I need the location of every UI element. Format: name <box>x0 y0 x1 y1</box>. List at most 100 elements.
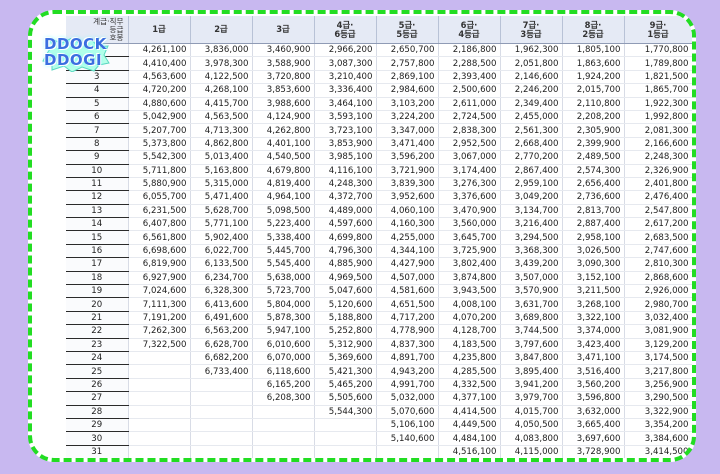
step-cell: 10 <box>66 164 129 178</box>
salary-cell: 5,223,400 <box>252 217 315 232</box>
salary-cell: 6,010,600 <box>252 338 315 352</box>
salary-cell <box>128 378 191 393</box>
salary-cell: 4,427,900 <box>376 257 439 272</box>
table-row: 21 7,191,200 6,491,600 5,878,300 5,188,800 4,… <box>66 311 692 326</box>
salary-cell: 3,049,200 <box>500 190 563 205</box>
salary-cell: 2,393,400 <box>438 70 501 85</box>
column-header: 4급· 6등급 <box>314 16 377 44</box>
salary-cell: 5,711,800 <box>128 164 191 178</box>
salary-cell: 3,596,200 <box>376 150 439 165</box>
salary-cell: 2,110,800 <box>562 97 625 111</box>
salary-cell: 2,208,200 <box>562 110 625 125</box>
salary-cell: 1,865,700 <box>624 83 692 98</box>
salary-cell: 2,867,400 <box>500 164 563 178</box>
salary-cell: 6,733,400 <box>190 364 253 379</box>
salary-cell: 4,410,400 <box>128 56 191 71</box>
salary-cell: 6,563,200 <box>190 324 253 339</box>
salary-cell: 6,208,300 <box>252 391 315 406</box>
salary-cell: 5,471,400 <box>190 190 253 205</box>
salary-cell: 2,650,700 <box>376 43 439 58</box>
salary-cell: 5,373,800 <box>128 137 191 152</box>
salary-cell: 3,174,400 <box>438 164 501 178</box>
logo-line-1: DDOCK <box>44 35 107 53</box>
salary-cell: 4,699,800 <box>314 230 377 245</box>
salary-cell <box>128 418 191 433</box>
salary-cell: 4,128,700 <box>438 324 501 339</box>
table-row: 14,261,1003,836,0003,460,9002,966,2002,6… <box>66 43 692 58</box>
salary-cell: 3,507,000 <box>500 271 563 286</box>
salary-cell: 4,332,500 <box>438 378 501 393</box>
salary-cell: 3,210,400 <box>314 70 377 85</box>
table-row: 15 6,561,800 5,902,400 5,338,400 4,699,800 4,… <box>66 230 692 245</box>
table-row: 9 5,542,300 5,013,400 4,540,500 3,985,100 3,5… <box>66 150 692 165</box>
salary-cell: 1,770,800 <box>624 43 692 58</box>
salary-cell: 4,717,200 <box>376 311 439 326</box>
salary-cell: 5,545,400 <box>252 257 315 272</box>
salary-cell: 3,268,100 <box>562 297 625 312</box>
salary-cell: 3,631,700 <box>500 297 563 312</box>
salary-cell: 4,255,000 <box>376 230 439 245</box>
step-cell: 13 <box>66 204 129 219</box>
step-cell: 17 <box>66 257 129 272</box>
step-cell: 30 <box>66 431 129 446</box>
salary-cell: 6,234,700 <box>190 271 253 286</box>
salary-cell: 4,713,300 <box>190 123 253 138</box>
salary-cell: 2,248,300 <box>624 150 692 165</box>
table-row: 11 5,880,900 5,315,000 4,819,400 4,248,300 3,… <box>66 177 692 192</box>
salary-cell <box>252 405 315 419</box>
salary-cell: 3,836,000 <box>190 43 253 58</box>
salary-cell: 4,581,600 <box>376 284 439 299</box>
salary-cell: 3,725,900 <box>438 244 501 259</box>
salary-cell: 2,813,700 <box>562 204 625 219</box>
step-cell: 25 <box>66 364 129 379</box>
table-row: 12 6,055,700 5,471,400 4,964,100 4,372,700 3,… <box>66 190 692 205</box>
salary-cell: 4,060,100 <box>376 204 439 219</box>
salary-cell <box>128 405 191 419</box>
salary-cell <box>252 418 315 433</box>
salary-cell: 5,032,000 <box>376 391 439 406</box>
salary-cell: 3,439,200 <box>500 257 563 272</box>
salary-cell: 4,796,300 <box>314 244 377 259</box>
salary-cell <box>128 351 191 366</box>
salary-cell: 4,414,500 <box>438 405 501 419</box>
salary-cell: 7,262,300 <box>128 324 191 339</box>
salary-cell: 3,941,200 <box>500 378 563 393</box>
salary-cell: 3,596,800 <box>562 391 625 406</box>
salary-cell: 3,988,600 <box>252 97 315 111</box>
salary-cell: 5,369,600 <box>314 351 377 366</box>
salary-cell: 5,421,300 <box>314 364 377 379</box>
salary-cell: 3,895,400 <box>500 364 563 379</box>
salary-cell: 4,401,100 <box>252 137 315 152</box>
salary-cell <box>190 391 253 406</box>
step-cell: 6 <box>66 110 129 125</box>
salary-cell: 2,656,400 <box>562 177 625 192</box>
salary-cell: 2,668,400 <box>500 137 563 152</box>
salary-cell: 2,980,700 <box>624 297 692 312</box>
salary-cell: 4,160,300 <box>376 217 439 232</box>
step-cell: 29 <box>66 418 129 433</box>
salary-cell: 4,507,000 <box>376 271 439 286</box>
salary-cell: 3,560,200 <box>562 378 625 393</box>
salary-cell: 5,638,000 <box>252 271 315 286</box>
salary-cell: 1,805,100 <box>562 43 625 58</box>
salary-cell: 3,224,200 <box>376 110 439 125</box>
table-row: 5 4,880,600 4,415,700 3,988,600 3,464,100 3,1… <box>66 97 692 111</box>
salary-cell: 3,134,700 <box>500 204 563 219</box>
salary-cell: 2,288,500 <box>438 56 501 71</box>
salary-cell: 2,476,400 <box>624 190 692 205</box>
salary-cell: 4,720,200 <box>128 83 191 98</box>
table-row: 25 6,733,400 6,118,600 5,421,300 4,943,200 4,… <box>66 364 692 379</box>
salary-cell: 5,445,700 <box>252 244 315 259</box>
salary-cell: 2,305,900 <box>562 123 625 138</box>
salary-cell: 4,651,500 <box>376 297 439 312</box>
salary-cell: 4,484,100 <box>438 431 501 446</box>
salary-cell: 5,312,900 <box>314 338 377 352</box>
salary-cell: 2,926,000 <box>624 284 692 299</box>
column-header: 3급 <box>252 16 315 44</box>
salary-cell: 5,723,700 <box>252 284 315 299</box>
salary-cell: 3,276,300 <box>438 177 501 192</box>
salary-cell: 1,924,200 <box>562 70 625 85</box>
salary-cell: 3,839,300 <box>376 177 439 192</box>
salary-cell: 6,413,600 <box>190 297 253 312</box>
table-row: 10 5,711,800 5,163,800 4,679,800 4,116,100 3,… <box>66 164 692 178</box>
